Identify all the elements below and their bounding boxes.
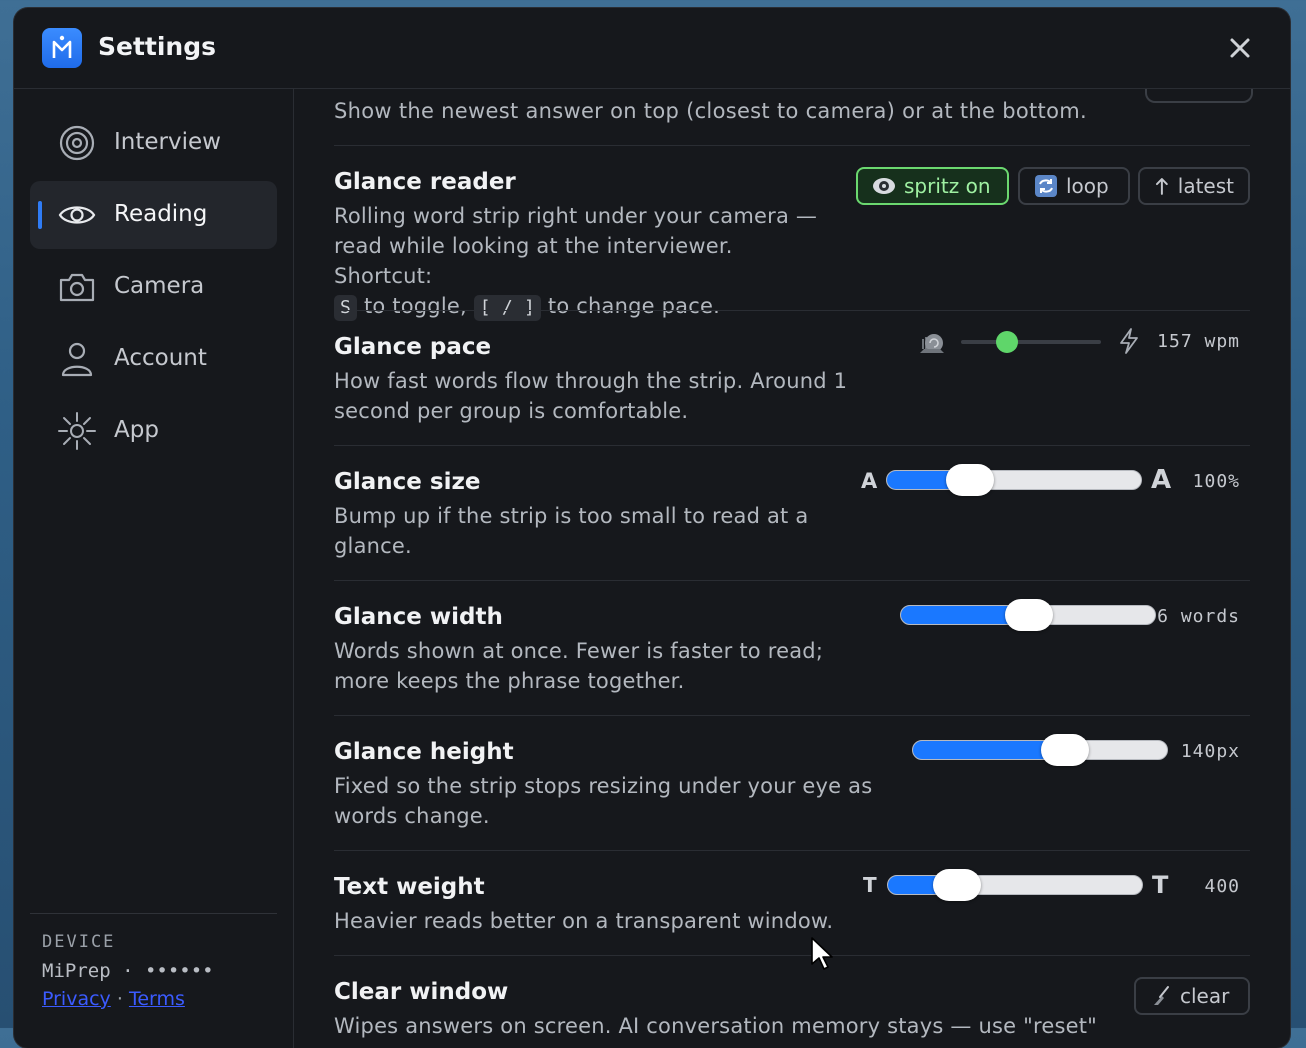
width-value: 6 words xyxy=(1157,606,1240,627)
width-slider[interactable] xyxy=(900,599,1156,631)
logo-icon xyxy=(52,35,72,58)
glance-reader-description: Rolling word strip right under your came… xyxy=(334,201,834,321)
settings-window: Settings Interview Reading Camera Accoun… xyxy=(14,8,1290,1048)
divider xyxy=(334,580,1250,581)
desc-text: Rolling word strip right under your came… xyxy=(334,204,818,288)
sidebar-item-label: Interview xyxy=(114,129,221,155)
pace-down-key: [ xyxy=(479,297,491,318)
sidebar-item-app[interactable]: App xyxy=(30,397,277,465)
glance-width-description: Words shown at once. Fewer is faster to … xyxy=(334,639,824,693)
latest-toggle-button[interactable]: latest xyxy=(1138,167,1250,205)
pace-key-group: [ / ] xyxy=(473,295,541,321)
close-button[interactable] xyxy=(1226,34,1254,62)
sidebar-item-interview[interactable]: Interview xyxy=(30,109,277,177)
clear-window-description: Wipes answers on screen. AI conversation… xyxy=(334,1014,1098,1038)
size-max-label: A xyxy=(1151,465,1172,495)
size-min-label: A xyxy=(861,469,878,493)
size-value: 100% xyxy=(1192,471,1240,492)
glance-height-description: Fixed so the strip stops resizing under … xyxy=(334,774,873,828)
divider xyxy=(334,955,1250,956)
eye-icon xyxy=(873,178,895,194)
clear-button[interactable]: clear xyxy=(1134,977,1250,1015)
glance-reader-title: Glance reader xyxy=(334,169,516,195)
sidebar-item-label: Reading xyxy=(114,201,208,227)
camera-icon xyxy=(59,273,95,302)
toggle-key: S xyxy=(334,295,358,321)
sidebar-item-label: Account xyxy=(114,345,207,371)
weight-value: 400 xyxy=(1204,876,1240,897)
broom-icon xyxy=(1154,986,1169,1005)
button-label: clear xyxy=(1180,984,1230,1008)
sidebar-item-camera[interactable]: Camera xyxy=(30,253,277,321)
window-title: Settings xyxy=(98,32,217,61)
mouse-cursor-icon xyxy=(811,937,833,970)
height-value: 140px xyxy=(1180,741,1240,762)
divider xyxy=(334,445,1250,446)
desc-text: to toggle, xyxy=(363,294,467,318)
glance-width-title: Glance width xyxy=(334,604,503,630)
pace-slider-thumb[interactable] xyxy=(996,331,1019,353)
sidebar-item-account[interactable]: Account xyxy=(30,325,277,393)
eye-icon xyxy=(58,206,96,224)
divider xyxy=(334,310,1250,311)
slider-thumb[interactable] xyxy=(933,869,981,901)
device-heading: DEVICE xyxy=(42,932,116,952)
desc-text: to change pace. xyxy=(547,294,720,318)
divider xyxy=(334,715,1250,716)
slider-thumb[interactable] xyxy=(1040,734,1089,766)
user-icon xyxy=(61,342,93,377)
sidebar-item-label: App xyxy=(114,417,159,443)
arrow-up-icon xyxy=(1155,178,1168,195)
button-label: latest xyxy=(1177,174,1234,198)
text-weight-title: Text weight xyxy=(334,874,485,900)
pace-up-key: ] xyxy=(523,297,535,318)
button-label: spritz on xyxy=(904,174,991,198)
weight-min-label: T xyxy=(863,873,877,897)
glance-pace-description: How fast words flow through the strip. A… xyxy=(334,369,848,423)
sun-icon xyxy=(58,412,96,450)
device-info: DEVICE MiPrep · •••••• Privacy · Terms xyxy=(30,913,277,1010)
pace-slider-track[interactable] xyxy=(961,340,1101,344)
privacy-link[interactable]: Privacy xyxy=(42,988,111,1010)
pace-value: 157 wpm xyxy=(1157,331,1240,352)
loop-icon xyxy=(1035,175,1057,197)
settings-content: Show the newest answer on top (closest t… xyxy=(294,89,1290,1048)
sidebar-item-reading[interactable]: Reading xyxy=(30,181,277,249)
sidebar: Interview Reading Camera Account App DEV… xyxy=(14,89,294,1048)
weight-slider[interactable] xyxy=(887,869,1143,901)
sidebar-item-label: Camera xyxy=(114,273,205,299)
legal-links: Privacy · Terms xyxy=(42,988,277,1010)
height-slider[interactable] xyxy=(912,734,1168,766)
glance-size-description: Bump up if the strip is too small to rea… xyxy=(334,504,809,558)
answer-order-description: Show the newest answer on top (closest t… xyxy=(334,99,1087,123)
active-indicator xyxy=(38,201,42,229)
clear-window-title: Clear window xyxy=(334,979,509,1005)
glance-pace-title: Glance pace xyxy=(334,334,492,360)
spritz-toggle-button[interactable]: spritz on xyxy=(856,167,1009,205)
order-toggle-button[interactable] xyxy=(1145,89,1253,103)
title-bar: Settings xyxy=(14,8,1290,89)
divider xyxy=(334,850,1250,851)
text-weight-description: Heavier reads better on a transparent wi… xyxy=(334,909,834,933)
device-name: MiPrep · •••••• xyxy=(42,960,214,982)
button-label: loop xyxy=(1066,174,1109,198)
weight-max-label: T xyxy=(1152,871,1169,899)
link-separator: · xyxy=(116,988,123,1010)
target-icon xyxy=(59,125,95,161)
size-slider[interactable] xyxy=(886,464,1142,496)
slider-thumb[interactable] xyxy=(946,464,995,496)
glance-height-title: Glance height xyxy=(334,739,514,765)
glance-size-title: Glance size xyxy=(334,469,481,495)
close-icon xyxy=(1230,38,1250,58)
loop-toggle-button[interactable]: loop xyxy=(1018,167,1130,205)
terms-link[interactable]: Terms xyxy=(129,988,185,1010)
slider-thumb[interactable] xyxy=(1005,599,1053,631)
divider xyxy=(334,145,1250,146)
lightning-icon xyxy=(1120,328,1138,354)
snail-icon xyxy=(920,334,944,353)
app-logo xyxy=(42,28,82,68)
key-separator: / xyxy=(501,297,513,318)
